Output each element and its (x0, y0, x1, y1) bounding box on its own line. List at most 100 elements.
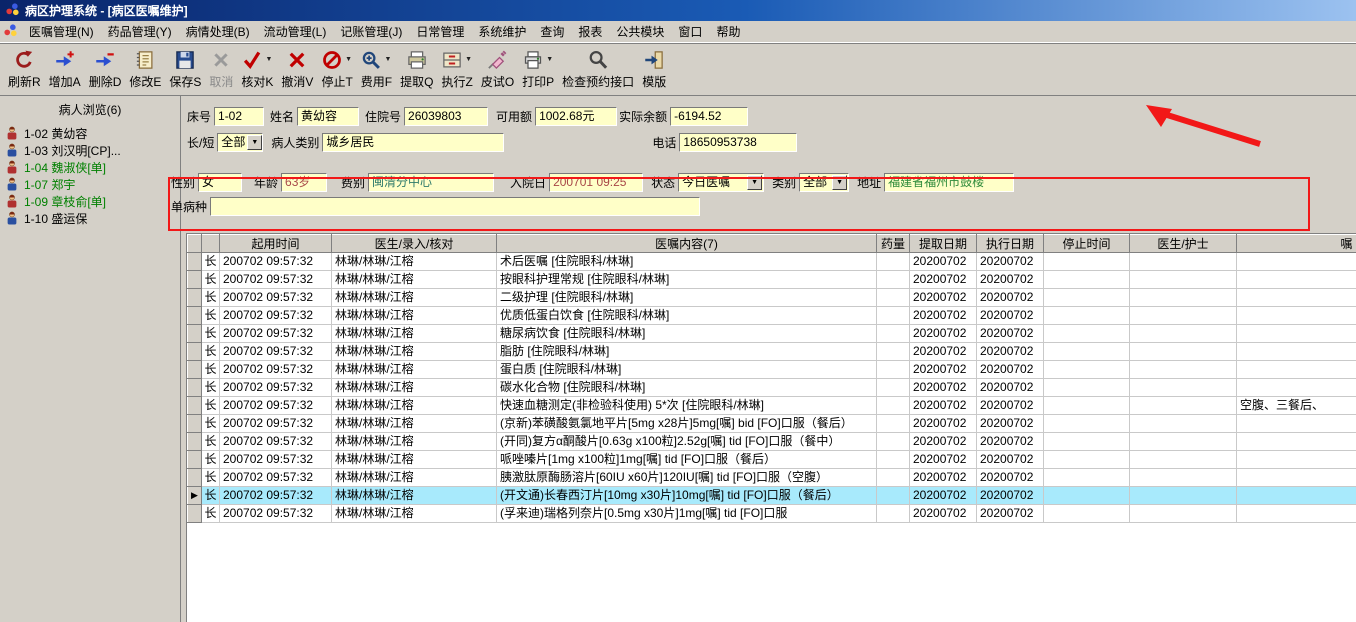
patient-list-item[interactable]: 1-09 章枝俞[单] (0, 193, 180, 210)
gender-field[interactable]: 女 (198, 172, 243, 192)
phone-field[interactable]: 18650953738 (679, 132, 798, 152)
extract-button[interactable]: 提取Q (396, 46, 437, 91)
order-type: 长 (201, 252, 220, 271)
duration-select[interactable]: 全部 ▼ (217, 132, 264, 152)
menu-item[interactable]: 公共模块 (609, 20, 671, 43)
patient-list-item[interactable]: 1-04 魏淑侠[单] (0, 159, 180, 176)
single-disease-field[interactable] (210, 196, 701, 216)
menu-item[interactable]: 记账管理(J) (333, 20, 409, 43)
menu-item[interactable]: 帮助 (709, 20, 747, 43)
column-header[interactable]: 药量 (876, 234, 910, 253)
fee-type-field[interactable]: 闽清分中心 (368, 172, 495, 192)
order-row[interactable]: 长 200702 09:57:32 林琳/林琳/江榕 (京新)苯磺酸氨氯地平片[5mg… (187, 414, 1356, 433)
order-row[interactable]: 长 200702 09:57:32 林琳/林琳/江榕 糖尿病饮食 [住院眼科/林琳] 2… (187, 324, 1356, 343)
patient-list-item[interactable]: 1-10 盛运保 (0, 210, 180, 227)
column-header[interactable]: 起用时间 (219, 234, 332, 253)
stop-button[interactable]: ▼ 停止T (317, 46, 356, 91)
patient-list-item[interactable]: 1-03 刘汉明[CP]... (0, 142, 180, 159)
title-bar[interactable]: 病区护理系统 - [病区医嘱维护] (0, 0, 1356, 21)
order-exec-date: 20200702 (976, 468, 1044, 487)
status-select[interactable]: 今日医嘱 ▼ (678, 172, 765, 192)
order-row[interactable]: ▶ 长 200702 09:57:32 林琳/林琳/江榕 (开文通)长春西汀片[10mg… (187, 486, 1356, 505)
order-row[interactable]: 长 200702 09:57:32 林琳/林琳/江榕 按眼科护理常规 [住院眼科/林琳… (187, 270, 1356, 289)
fee-type-label: 费别 (341, 175, 366, 190)
dropdown-arrow-icon[interactable]: ▼ (546, 56, 553, 63)
address-field[interactable]: 福建省福州市鼓楼 (884, 172, 1015, 192)
admission-no-field[interactable]: 26039803 (404, 106, 489, 126)
column-header[interactable] (201, 234, 220, 253)
order-row[interactable]: 长 200702 09:57:32 林琳/林琳/江榕 二级护理 [住院眼科/林琳] 20… (187, 288, 1356, 307)
patient-type-field[interactable]: 城乡居民 (322, 132, 505, 152)
menu-item[interactable]: 医嘱管理(N) (22, 20, 101, 43)
child-window-icon[interactable] (3, 23, 21, 41)
row-selector (187, 288, 202, 307)
undo-button[interactable]: 撤消V (277, 46, 317, 91)
skin-test-button[interactable]: 皮试O (477, 46, 518, 91)
menu-item[interactable]: 窗口 (671, 20, 709, 43)
category-select[interactable]: 全部 ▼ (799, 172, 850, 192)
age-field[interactable]: 63岁 (281, 172, 328, 192)
order-start-time: 200702 09:57:32 (219, 468, 332, 487)
column-header[interactable]: 医生/录入/核对 (331, 234, 497, 253)
save-button[interactable]: 保存S (165, 46, 205, 91)
order-row[interactable]: 长 200702 09:57:32 林琳/林琳/江榕 胰激肽原酶肠溶片[60IU x6… (187, 468, 1356, 487)
order-row[interactable]: 长 200702 09:57:32 林琳/林琳/江榕 哌唑嗪片[1mg x100粒]1… (187, 450, 1356, 469)
order-content: (京新)苯磺酸氨氯地平片[5mg x28片]5mg[嘱] bid [FO]口服（… (496, 414, 877, 433)
patient-list-item[interactable]: 1-07 郑宇 (0, 176, 180, 193)
patient-avatar-icon (5, 210, 19, 228)
column-header[interactable]: 医生/护士 (1129, 234, 1237, 253)
order-row[interactable]: 长 200702 09:57:32 林琳/林琳/江榕 (孚来迪)瑞格列奈片[0.5mg… (187, 504, 1356, 523)
dropdown-arrow-icon[interactable]: ▼ (345, 56, 352, 63)
patient-list-item[interactable]: 1-02 黄幼容 (0, 125, 180, 142)
order-row[interactable]: 长 200702 09:57:32 林琳/林琳/江榕 术后医嘱 [住院眼科/林琳] 20… (187, 252, 1356, 271)
check-button[interactable]: ▼ 核对K (237, 46, 277, 91)
order-row[interactable]: 长 200702 09:57:32 林琳/林琳/江榕 碳水化合物 [住院眼科/林琳] 2… (187, 378, 1356, 397)
order-type: 长 (201, 378, 220, 397)
name-field[interactable]: 黄幼容 (297, 106, 360, 126)
execute-button[interactable]: ▼ 执行Z (437, 46, 476, 91)
refresh-button[interactable]: 刷新R (4, 46, 45, 91)
order-extract-date: 20200702 (909, 324, 977, 343)
print-button[interactable]: ▼ 打印P (518, 46, 558, 91)
menu-item[interactable]: 系统维护 (471, 20, 533, 43)
column-header[interactable]: 提取日期 (909, 234, 977, 253)
chevron-down-icon[interactable]: ▼ (832, 174, 848, 190)
order-row[interactable]: 长 200702 09:57:32 林琳/林琳/江榕 快速血糖测定(非检验科使用) 5… (187, 396, 1356, 415)
template-button[interactable]: 模版 (638, 46, 670, 91)
menu-item[interactable]: 药品管理(Y) (101, 20, 179, 43)
dropdown-arrow-icon[interactable]: ▼ (265, 56, 272, 63)
order-dose (876, 450, 910, 469)
fee-button[interactable]: ▼ 费用F (357, 46, 396, 91)
order-extract-date: 20200702 (909, 504, 977, 523)
dropdown-arrow-icon[interactable]: ▼ (465, 56, 472, 63)
admit-date-field[interactable]: 200701 09:25 (549, 172, 644, 192)
column-header[interactable]: 停止时间 (1043, 234, 1130, 253)
menu-item[interactable]: 流动管理(L) (257, 20, 334, 43)
menu-item[interactable]: 报表 (571, 20, 609, 43)
modify-button[interactable]: 修改E (125, 46, 165, 91)
available-field[interactable]: 1002.68元 (535, 106, 618, 126)
interface-button[interactable]: 检查预约接口 (558, 46, 638, 91)
delete-button[interactable]: 删除D (85, 46, 126, 91)
dropdown-arrow-icon[interactable]: ▼ (384, 56, 391, 63)
column-header[interactable] (187, 234, 202, 253)
balance-field[interactable]: -6194.52 (670, 106, 749, 126)
order-row[interactable]: 长 200702 09:57:32 林琳/林琳/江榕 (开同)复方α酮酸片[0.63g… (187, 432, 1356, 451)
menu-item[interactable]: 查询 (533, 20, 571, 43)
chevron-down-icon[interactable]: ▼ (747, 174, 763, 190)
add-icon (55, 50, 75, 70)
column-header[interactable]: 嘱 (1236, 234, 1356, 253)
add-button[interactable]: 增加A (45, 46, 85, 91)
column-header[interactable]: 执行日期 (976, 234, 1044, 253)
menu-item[interactable]: 日常管理 (409, 20, 471, 43)
order-row[interactable]: 长 200702 09:57:32 林琳/林琳/江榕 优质低蛋白饮食 [住院眼科/林琳… (187, 306, 1356, 325)
chevron-down-icon[interactable]: ▼ (247, 134, 263, 150)
column-header[interactable]: 医嘱内容(7) (496, 234, 877, 253)
menu-item[interactable]: 病情处理(B) (179, 20, 257, 43)
order-start-time: 200702 09:57:32 (219, 486, 332, 505)
order-row[interactable]: 长 200702 09:57:32 林琳/林琳/江榕 脂肪 [住院眼科/林琳] 2020… (187, 342, 1356, 361)
cancel-button[interactable]: 取消 (205, 46, 237, 91)
order-row[interactable]: 长 200702 09:57:32 林琳/林琳/江榕 蛋白质 [住院眼科/林琳] 202… (187, 360, 1356, 379)
order-exec-date: 20200702 (976, 360, 1044, 379)
bed-field[interactable]: 1-02 (214, 106, 265, 126)
